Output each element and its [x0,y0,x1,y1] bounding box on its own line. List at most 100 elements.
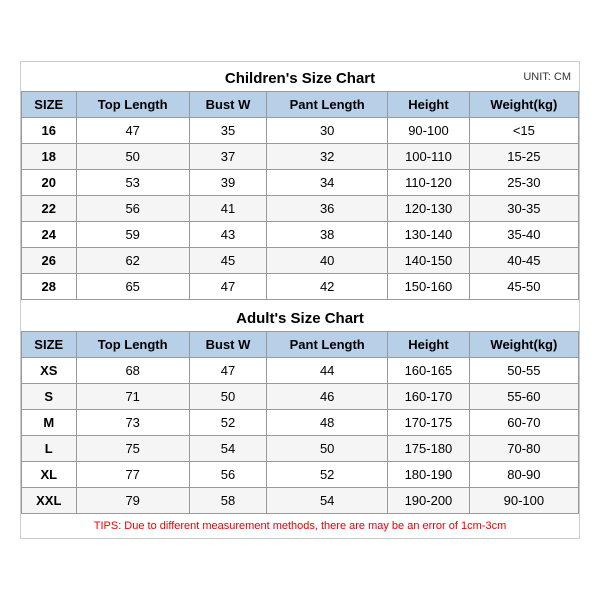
data-cell: 46 [267,384,388,410]
data-cell: 130-140 [388,222,470,248]
data-cell: 175-180 [388,436,470,462]
data-cell: 77 [76,462,189,488]
tips-text: TIPS: Due to different measurement metho… [21,514,579,538]
data-cell: 40 [267,248,388,274]
data-cell: 25-30 [469,170,578,196]
col-bust-w-adult: Bust W [189,332,266,358]
adult-header-row: SIZE Top Length Bust W Pant Length Heigh… [22,332,579,358]
size-cell: 16 [22,118,77,144]
data-cell: 56 [76,196,189,222]
table-row: 1647353090-100<15 [22,118,579,144]
data-cell: 120-130 [388,196,470,222]
children-title-text: Children's Size Chart [225,70,375,87]
data-cell: 50 [189,384,266,410]
data-cell: 37 [189,144,266,170]
data-cell: 41 [189,196,266,222]
data-cell: 73 [76,410,189,436]
table-row: 24594338130-14035-40 [22,222,579,248]
table-row: XS684744160-16550-55 [22,358,579,384]
col-weight-children: Weight(kg) [469,92,578,118]
table-row: S715046160-17055-60 [22,384,579,410]
size-chart-container: Children's Size Chart UNIT: CM SIZE Top … [20,61,580,539]
data-cell: 45 [189,248,266,274]
size-cell: XXL [22,488,77,514]
children-header-row: SIZE Top Length Bust W Pant Length Heigh… [22,92,579,118]
data-cell: 55-60 [469,384,578,410]
data-cell: 40-45 [469,248,578,274]
children-table-body: 1647353090-100<1518503732100-11015-25205… [22,118,579,300]
table-row: 22564136120-13030-35 [22,196,579,222]
data-cell: 70-80 [469,436,578,462]
data-cell: 50-55 [469,358,578,384]
data-cell: 15-25 [469,144,578,170]
data-cell: 48 [267,410,388,436]
data-cell: <15 [469,118,578,144]
table-row: 18503732100-11015-25 [22,144,579,170]
data-cell: 43 [189,222,266,248]
children-size-table: SIZE Top Length Bust W Pant Length Heigh… [21,91,579,300]
data-cell: 39 [189,170,266,196]
data-cell: 110-120 [388,170,470,196]
size-cell: L [22,436,77,462]
unit-label: UNIT: CM [523,71,571,83]
size-cell: 20 [22,170,77,196]
adult-size-table: SIZE Top Length Bust W Pant Length Heigh… [21,331,579,514]
data-cell: 190-200 [388,488,470,514]
data-cell: 50 [76,144,189,170]
data-cell: 90-100 [388,118,470,144]
col-size-adult: SIZE [22,332,77,358]
data-cell: 30 [267,118,388,144]
table-row: XL775652180-19080-90 [22,462,579,488]
col-size-children: SIZE [22,92,77,118]
data-cell: 58 [189,488,266,514]
data-cell: 53 [76,170,189,196]
data-cell: 35-40 [469,222,578,248]
data-cell: 30-35 [469,196,578,222]
adult-table-body: XS684744160-16550-55S715046160-17055-60M… [22,358,579,514]
data-cell: 54 [189,436,266,462]
table-row: 28654742150-16045-50 [22,274,579,300]
data-cell: 52 [267,462,388,488]
data-cell: 56 [189,462,266,488]
table-row: L755450175-18070-80 [22,436,579,462]
data-cell: 42 [267,274,388,300]
children-section-title: Children's Size Chart UNIT: CM [21,62,579,91]
data-cell: 150-160 [388,274,470,300]
data-cell: 35 [189,118,266,144]
col-top-length-adult: Top Length [76,332,189,358]
col-pant-length-adult: Pant Length [267,332,388,358]
table-row: M735248170-17560-70 [22,410,579,436]
data-cell: 100-110 [388,144,470,170]
data-cell: 80-90 [469,462,578,488]
table-row: 26624540140-15040-45 [22,248,579,274]
data-cell: 50 [267,436,388,462]
adults-section-title: Adult's Size Chart [21,302,579,331]
size-cell: XL [22,462,77,488]
data-cell: 38 [267,222,388,248]
data-cell: 47 [76,118,189,144]
size-cell: 24 [22,222,77,248]
data-cell: 45-50 [469,274,578,300]
data-cell: 79 [76,488,189,514]
data-cell: 59 [76,222,189,248]
data-cell: 65 [76,274,189,300]
size-cell: 28 [22,274,77,300]
size-cell: M [22,410,77,436]
data-cell: 170-175 [388,410,470,436]
data-cell: 47 [189,358,266,384]
size-cell: 18 [22,144,77,170]
data-cell: 160-165 [388,358,470,384]
col-pant-length-children: Pant Length [267,92,388,118]
col-top-length-children: Top Length [76,92,189,118]
size-cell: S [22,384,77,410]
size-cell: XS [22,358,77,384]
data-cell: 52 [189,410,266,436]
data-cell: 60-70 [469,410,578,436]
data-cell: 68 [76,358,189,384]
data-cell: 71 [76,384,189,410]
col-bust-w-children: Bust W [189,92,266,118]
data-cell: 44 [267,358,388,384]
col-height-children: Height [388,92,470,118]
data-cell: 47 [189,274,266,300]
data-cell: 180-190 [388,462,470,488]
